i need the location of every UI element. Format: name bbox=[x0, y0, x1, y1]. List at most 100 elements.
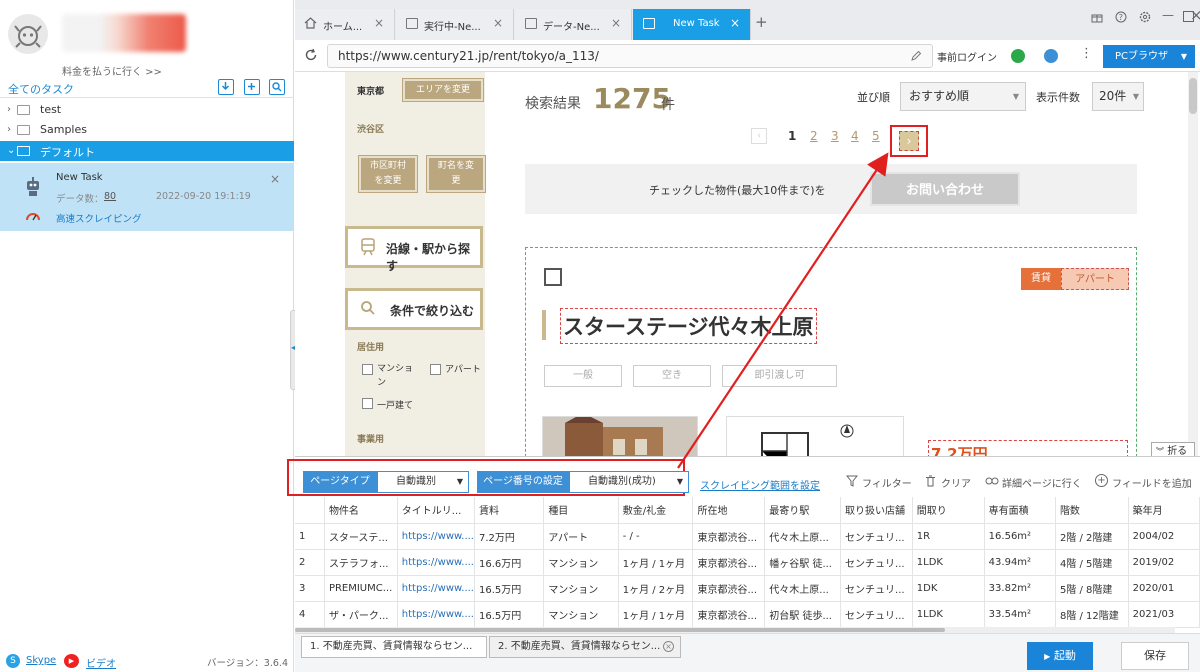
row-number[interactable]: 2 bbox=[295, 549, 325, 576]
table-cell[interactable]: アパート bbox=[543, 523, 619, 550]
table-cell[interactable]: 43.94m² bbox=[984, 549, 1056, 576]
price[interactable]: 7.2万円 bbox=[931, 443, 988, 456]
page-4[interactable]: 4 bbox=[851, 129, 859, 143]
table-cell[interactable]: 8階 / 12階建 bbox=[1055, 601, 1129, 628]
filter-icon[interactable] bbox=[846, 475, 858, 487]
table-cell[interactable]: 2021/03 bbox=[1128, 601, 1200, 628]
task-name[interactable]: New Task bbox=[56, 172, 103, 183]
extension-icon[interactable] bbox=[1011, 49, 1025, 63]
column-header[interactable]: 階数 bbox=[1055, 497, 1129, 524]
inquiry-button[interactable]: お問い合わせ bbox=[870, 172, 1020, 206]
table-cell[interactable]: ステラフォ... bbox=[324, 549, 398, 576]
close-window-icon[interactable]: × bbox=[1190, 6, 1200, 24]
table-cell[interactable]: 東京都渋谷... bbox=[692, 523, 766, 550]
table-cell[interactable]: マンション bbox=[543, 549, 619, 576]
row-number[interactable]: 3 bbox=[295, 575, 325, 602]
column-header[interactable]: タイトルリ... bbox=[397, 497, 475, 524]
table-cell[interactable]: 2階 / 2階建 bbox=[1055, 523, 1129, 550]
video-link[interactable]: ビデオ bbox=[86, 655, 116, 670]
close-icon[interactable]: × bbox=[374, 16, 384, 30]
pc-browser-select[interactable]: PCブラウザ ▼ bbox=[1103, 45, 1195, 68]
table-row[interactable]: 4 ザ・パーク... https://www.... 16.5万円 マンション 1ヶ月 /… bbox=[295, 601, 1200, 628]
column-header[interactable]: 物件名 bbox=[324, 497, 398, 524]
table-cell[interactable]: https://www.... bbox=[397, 549, 475, 576]
property-title[interactable]: スターステージ代々木上原 bbox=[560, 308, 817, 344]
close-icon[interactable]: × bbox=[270, 172, 280, 186]
table-cell[interactable]: - / - bbox=[618, 523, 694, 550]
source-tab-1[interactable]: 1. 不動産売買、賃貸情報ならセン... bbox=[301, 636, 487, 658]
table-cell[interactable]: 1LDK bbox=[912, 601, 985, 628]
row-number[interactable]: 4 bbox=[295, 601, 325, 628]
column-header[interactable]: 間取り bbox=[912, 497, 985, 524]
table-cell[interactable]: 2019/02 bbox=[1128, 549, 1200, 576]
help-icon[interactable]: ? bbox=[1115, 11, 1127, 23]
table-cell[interactable]: 代々木上原... bbox=[764, 575, 842, 602]
task-mode[interactable]: 高速スクレイピング bbox=[56, 211, 142, 225]
source-tab-2[interactable]: 2. 不動産売買、賃貸情報ならセン... × bbox=[489, 636, 681, 658]
start-button[interactable]: ▶ 起動 bbox=[1027, 642, 1093, 670]
page-5[interactable]: 5 bbox=[872, 129, 880, 143]
table-cell[interactable]: PREMIUMC... bbox=[324, 575, 398, 602]
table-cell[interactable]: https://www.... bbox=[397, 523, 475, 550]
add-task-icon[interactable] bbox=[244, 79, 260, 95]
reload-icon[interactable] bbox=[304, 48, 318, 62]
column-header[interactable]: 取り扱い店舗 bbox=[840, 497, 913, 524]
column-header[interactable]: 専有面積 bbox=[984, 497, 1056, 524]
close-icon[interactable]: × bbox=[663, 641, 674, 652]
column-header[interactable]: 築年月 bbox=[1128, 497, 1200, 524]
table-cell[interactable]: 16.5万円 bbox=[474, 575, 545, 602]
all-tasks-title[interactable]: 全てのタスク bbox=[8, 81, 74, 97]
table-cell[interactable]: 1R bbox=[912, 523, 985, 550]
table-cell[interactable]: https://www.... bbox=[397, 601, 475, 628]
table-cell[interactable]: 1ヶ月 / 1ヶ月 bbox=[618, 601, 694, 628]
clear-button[interactable]: クリア bbox=[941, 475, 971, 490]
table-cell[interactable]: 東京都渋谷... bbox=[692, 575, 766, 602]
folder-default[interactable]: ⌄ デフォルト bbox=[0, 141, 294, 161]
table-cell[interactable]: 1DK bbox=[912, 575, 985, 602]
table-cell[interactable]: マンション bbox=[543, 601, 619, 628]
chevron-right-icon[interactable]: › bbox=[7, 104, 11, 115]
minimize-icon[interactable]: — bbox=[1162, 8, 1174, 22]
scrape-range-link[interactable]: スクレイピング範囲を設定 bbox=[700, 477, 820, 492]
table-cell[interactable]: 東京都渋谷... bbox=[692, 601, 766, 628]
table-cell[interactable]: 16.6万円 bbox=[474, 549, 545, 576]
collapse-button[interactable]: ︾ 折る bbox=[1151, 442, 1195, 456]
detail-page-button[interactable]: 詳細ページに行く bbox=[1002, 475, 1082, 490]
column-header[interactable]: 所在地 bbox=[692, 497, 766, 524]
table-cell[interactable]: ザ・パーク... bbox=[324, 601, 398, 628]
table-cell[interactable]: センチュリ... bbox=[840, 549, 913, 576]
table-cell[interactable]: 16.56m² bbox=[984, 523, 1056, 550]
table-cell[interactable]: 東京都渋谷... bbox=[692, 549, 766, 576]
column-header[interactable]: 最寄り駅 bbox=[764, 497, 842, 524]
folder-test[interactable]: › test bbox=[0, 100, 294, 120]
avatar[interactable] bbox=[8, 14, 48, 54]
per-page-select[interactable]: 20件 ▼ bbox=[1092, 82, 1144, 111]
apart-checkbox[interactable] bbox=[430, 364, 441, 375]
mansion-checkbox[interactable] bbox=[362, 364, 373, 375]
table-row[interactable]: 1 スターステ... https://www.... 7.2万円 アパート - / - 東京… bbox=[295, 523, 1200, 550]
line-search-button[interactable]: 沿線・駅から探す bbox=[345, 226, 483, 273]
close-icon[interactable]: × bbox=[730, 16, 740, 30]
table-cell[interactable]: センチュリ... bbox=[840, 523, 913, 550]
house-checkbox[interactable] bbox=[362, 398, 373, 409]
page-1[interactable]: 1 bbox=[788, 129, 796, 143]
tab-running[interactable]: 実行中-Ne... × bbox=[396, 9, 514, 40]
gear-icon[interactable] bbox=[1139, 11, 1151, 23]
table-cell[interactable]: スターステ... bbox=[324, 523, 398, 550]
search-task-icon[interactable] bbox=[269, 79, 285, 95]
column-header[interactable]: 賃料 bbox=[474, 497, 545, 524]
tab-new-task[interactable]: New Task × bbox=[633, 9, 751, 40]
table-cell[interactable]: 5階 / 8階建 bbox=[1055, 575, 1129, 602]
gift-icon[interactable] bbox=[1091, 11, 1103, 23]
tab-data[interactable]: データ-Ne... × bbox=[515, 9, 632, 40]
column-header[interactable]: 敷金/礼金 bbox=[618, 497, 694, 524]
chevron-down-icon[interactable]: ⌄ bbox=[7, 145, 15, 156]
prev-page-button[interactable]: ‹ bbox=[751, 128, 767, 144]
data-count[interactable]: 80 bbox=[104, 191, 116, 202]
column-header[interactable]: 種目 bbox=[543, 497, 619, 524]
tab-home[interactable]: ホーム... × bbox=[295, 9, 395, 40]
row-number[interactable]: 1 bbox=[295, 523, 325, 550]
pay-link[interactable]: 料金を払うに行く >> bbox=[62, 63, 162, 78]
filter-search-button[interactable]: 条件で絞り込む bbox=[345, 288, 483, 330]
table-cell[interactable]: https://www.... bbox=[397, 575, 475, 602]
